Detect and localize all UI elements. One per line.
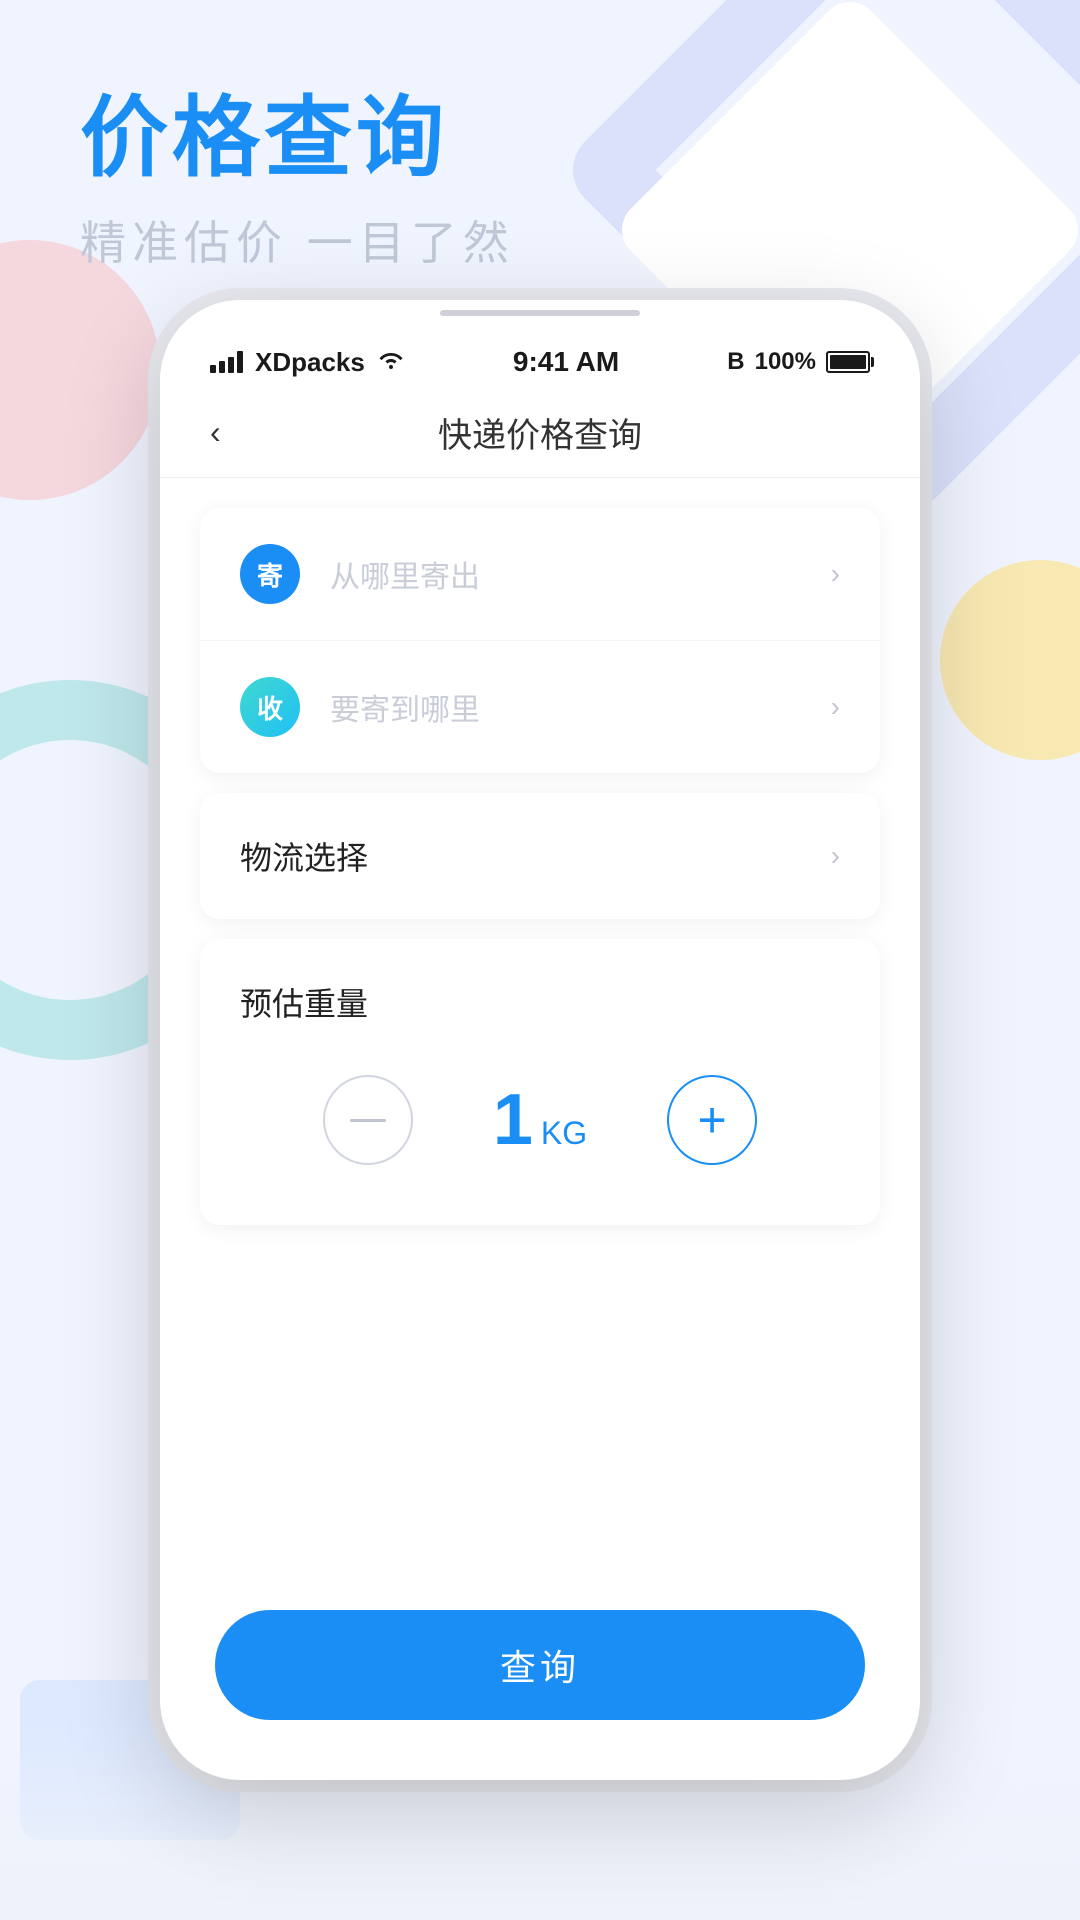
query-button-label: 查询 xyxy=(500,1639,580,1691)
status-left: XDpacks xyxy=(210,347,405,378)
signal-bar-3 xyxy=(228,357,234,373)
signal-bar-2 xyxy=(219,361,225,373)
receiver-placeholder: 要寄到哪里 xyxy=(330,685,831,729)
header-section: 价格查询 精准估价 一目了然 xyxy=(0,0,1080,313)
battery-icon xyxy=(826,351,870,373)
weight-label: 预估重量 xyxy=(240,979,840,1025)
bluetooth-icon: B xyxy=(727,348,744,376)
weight-card: 预估重量 1 KG + xyxy=(200,939,880,1225)
battery-indicator xyxy=(826,351,870,373)
form-container: 寄 从哪里寄出 › 收 要寄到哪里 › 物流选择 › 预估重量 xyxy=(160,478,920,1275)
address-card: 寄 从哪里寄出 › 收 要寄到哪里 › xyxy=(200,508,880,773)
page-main-title: 价格查询 xyxy=(80,90,1000,187)
battery-percent: 100% xyxy=(755,348,816,376)
receiver-arrow-icon: › xyxy=(831,691,840,723)
signal-bar-1 xyxy=(210,365,216,373)
sender-arrow-icon: › xyxy=(831,558,840,590)
weight-display: 1 KG xyxy=(493,1079,587,1161)
status-time: 9:41 AM xyxy=(513,346,619,378)
minus-icon xyxy=(350,1119,386,1122)
query-button[interactable]: 查询 xyxy=(215,1610,865,1720)
weight-value: 1 xyxy=(493,1079,533,1161)
logistics-label: 物流选择 xyxy=(240,833,368,879)
phone-mockup: XDpacks 9:41 AM B 100% ‹ 快递价格查询 xyxy=(160,300,920,1780)
signal-bar-4 xyxy=(237,351,243,373)
nav-bar: ‹ 快递价格查询 xyxy=(160,388,920,478)
bg-circle-yellow xyxy=(940,560,1080,760)
weight-control: 1 KG + xyxy=(240,1075,840,1185)
nav-title: 快递价格查询 xyxy=(438,408,642,457)
page-subtitle: 精准估价 一目了然 xyxy=(80,207,1000,273)
signal-icon xyxy=(210,351,243,373)
receiver-row[interactable]: 收 要寄到哪里 › xyxy=(200,641,880,773)
status-right: B 100% xyxy=(727,348,870,376)
receiver-icon: 收 xyxy=(240,677,300,737)
sender-row[interactable]: 寄 从哪里寄出 › xyxy=(200,508,880,641)
weight-unit: KG xyxy=(541,1115,587,1152)
sender-placeholder: 从哪里寄出 xyxy=(330,552,831,596)
wifi-icon xyxy=(377,348,405,377)
weight-decrease-button[interactable] xyxy=(323,1075,413,1165)
logistics-card: 物流选择 › xyxy=(200,793,880,919)
back-button[interactable]: ‹ xyxy=(210,414,221,451)
battery-fill xyxy=(830,355,866,369)
logistics-arrow-icon: › xyxy=(831,840,840,872)
status-bar: XDpacks 9:41 AM B 100% xyxy=(160,316,920,388)
carrier-name: XDpacks xyxy=(255,347,365,378)
weight-increase-button[interactable]: + xyxy=(667,1075,757,1165)
logistics-row[interactable]: 物流选择 › xyxy=(200,793,880,919)
sender-icon: 寄 xyxy=(240,544,300,604)
